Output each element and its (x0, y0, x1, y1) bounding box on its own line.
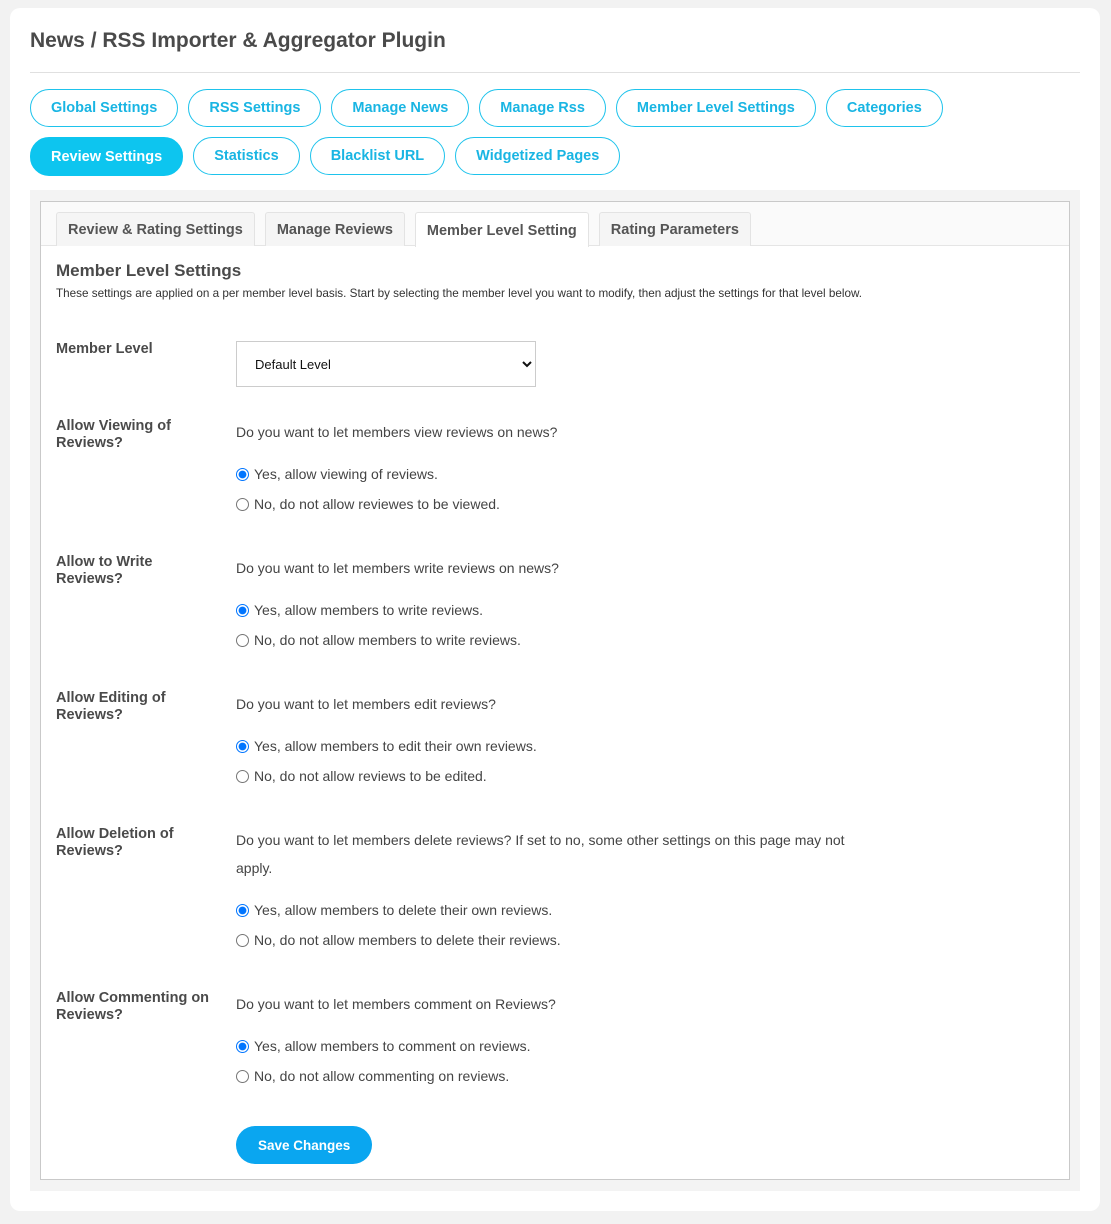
radio-label: Yes, allow members to write reviews. (254, 602, 484, 618)
radio-option-yes[interactable]: Yes, allow members to delete their own r… (236, 895, 866, 925)
radio-group: Yes, allow members to delete their own r… (236, 895, 866, 955)
radio-option-yes[interactable]: Yes, allow members to edit their own rev… (236, 731, 866, 761)
setting-question: Do you want to let members write reviews… (236, 560, 559, 576)
radio-button[interactable] (236, 1069, 249, 1083)
member-level-settings-form: Member Level Settings These settings are… (41, 260, 1069, 1164)
radio-button[interactable] (236, 739, 249, 753)
nav-member-level-settings[interactable]: Member Level Settings (615, 89, 816, 127)
setting-row-editing: Allow Editing of Reviews? Do you want to… (56, 690, 1054, 791)
setting-row-viewing: Allow Viewing of Reviews? Do you want to… (56, 418, 1054, 519)
radio-group: Yes, allow members to edit their own rev… (236, 731, 866, 791)
tab-manage-reviews[interactable]: Manage Reviews (264, 212, 405, 246)
radio-group: Yes, allow viewing of reviews. No, do no… (236, 459, 866, 519)
radio-label: Yes, allow members to comment on reviews… (254, 1038, 531, 1054)
member-level-select[interactable]: Default Level (236, 341, 536, 387)
radio-button[interactable] (236, 467, 249, 481)
radio-label: No, do not allow reviews to be edited. (254, 768, 487, 784)
radio-label: No, do not allow reviewes to be viewed. (254, 496, 500, 512)
setting-row-deletion: Allow Deletion of Reviews? Do you want t… (56, 826, 1054, 955)
nav-review-settings[interactable]: Review Settings (30, 137, 184, 176)
setting-row-write: Allow to Write Reviews? Do you want to l… (56, 554, 1054, 655)
setting-label: Allow to Write Reviews? (56, 554, 153, 587)
save-changes-button[interactable]: Save Changes (236, 1126, 373, 1164)
member-level-row: Member Level Default Level (56, 341, 1054, 387)
nav-global-settings[interactable]: Global Settings (30, 89, 179, 127)
radio-button[interactable] (236, 769, 249, 783)
main-nav-row-2: Review Settings Statistics Blacklist URL… (30, 137, 621, 176)
radio-button[interactable] (236, 903, 249, 917)
member-level-label: Member Level (56, 341, 153, 357)
radio-button[interactable] (236, 633, 249, 647)
nav-blacklist-url[interactable]: Blacklist URL (309, 137, 446, 175)
page-title: News / RSS Importer & Aggregator Plugin (30, 29, 446, 52)
nav-manage-rss[interactable]: Manage Rss (479, 89, 606, 127)
setting-label: Allow Commenting on Reviews? (56, 990, 210, 1023)
radio-option-no[interactable]: No, do not allow reviews to be edited. (236, 761, 866, 791)
radio-label: No, do not allow commenting on reviews. (254, 1068, 510, 1084)
nav-widgetized-pages[interactable]: Widgetized Pages (455, 137, 621, 175)
setting-question: Do you want to let members delete review… (236, 832, 845, 876)
radio-button[interactable] (236, 603, 249, 617)
setting-label: Allow Viewing of Reviews? (56, 418, 171, 451)
nav-categories[interactable]: Categories (825, 89, 943, 127)
nav-rss-settings[interactable]: RSS Settings (188, 89, 322, 127)
main-nav-row-1: Global Settings RSS Settings Manage News… (30, 89, 943, 127)
settings-panel-wrapper: Review & Rating Settings Manage Reviews … (30, 190, 1080, 1191)
radio-option-yes[interactable]: Yes, allow members to write reviews. (236, 595, 866, 625)
radio-label: No, do not allow members to write review… (254, 632, 521, 648)
plugin-settings-card: News / RSS Importer & Aggregator Plugin … (10, 8, 1100, 1211)
radio-label: Yes, allow members to edit their own rev… (254, 738, 537, 754)
radio-button[interactable] (236, 1039, 249, 1053)
radio-option-no[interactable]: No, do not allow reviewes to be viewed. (236, 489, 866, 519)
radio-button[interactable] (236, 933, 249, 947)
section-description: These settings are applied on a per memb… (56, 287, 862, 300)
radio-group: Yes, allow members to write reviews. No,… (236, 595, 866, 655)
setting-label: Allow Deletion of Reviews? (56, 826, 174, 859)
setting-question: Do you want to let members edit reviews? (236, 696, 496, 712)
radio-option-no[interactable]: No, do not allow members to delete their… (236, 925, 866, 955)
settings-panel: Review & Rating Settings Manage Reviews … (40, 201, 1070, 1180)
title-divider (30, 72, 1080, 73)
setting-question: Do you want to let members comment on Re… (236, 996, 556, 1012)
setting-label: Allow Editing of Reviews? (56, 690, 166, 723)
nav-statistics[interactable]: Statistics (193, 137, 300, 175)
tab-member-level-setting[interactable]: Member Level Setting (414, 212, 589, 247)
setting-question: Do you want to let members view reviews … (236, 424, 558, 440)
radio-label: Yes, allow members to delete their own r… (254, 902, 553, 918)
radio-option-no[interactable]: No, do not allow members to write review… (236, 625, 866, 655)
radio-label: Yes, allow viewing of reviews. (254, 466, 438, 482)
radio-group: Yes, allow members to comment on reviews… (236, 1031, 866, 1091)
radio-option-yes[interactable]: Yes, allow members to comment on reviews… (236, 1031, 866, 1061)
radio-button[interactable] (236, 497, 249, 511)
sub-tab-bar: Review & Rating Settings Manage Reviews … (41, 202, 1069, 247)
nav-manage-news[interactable]: Manage News (331, 89, 470, 127)
setting-row-commenting: Allow Commenting on Reviews? Do you want… (56, 990, 1054, 1091)
radio-option-no[interactable]: No, do not allow commenting on reviews. (236, 1061, 866, 1091)
tab-rating-parameters[interactable]: Rating Parameters (598, 212, 751, 246)
tab-review-rating-settings[interactable]: Review & Rating Settings (56, 212, 255, 246)
radio-label: No, do not allow members to delete their… (254, 932, 561, 948)
section-title: Member Level Settings (56, 261, 242, 280)
radio-option-yes[interactable]: Yes, allow viewing of reviews. (236, 459, 866, 489)
